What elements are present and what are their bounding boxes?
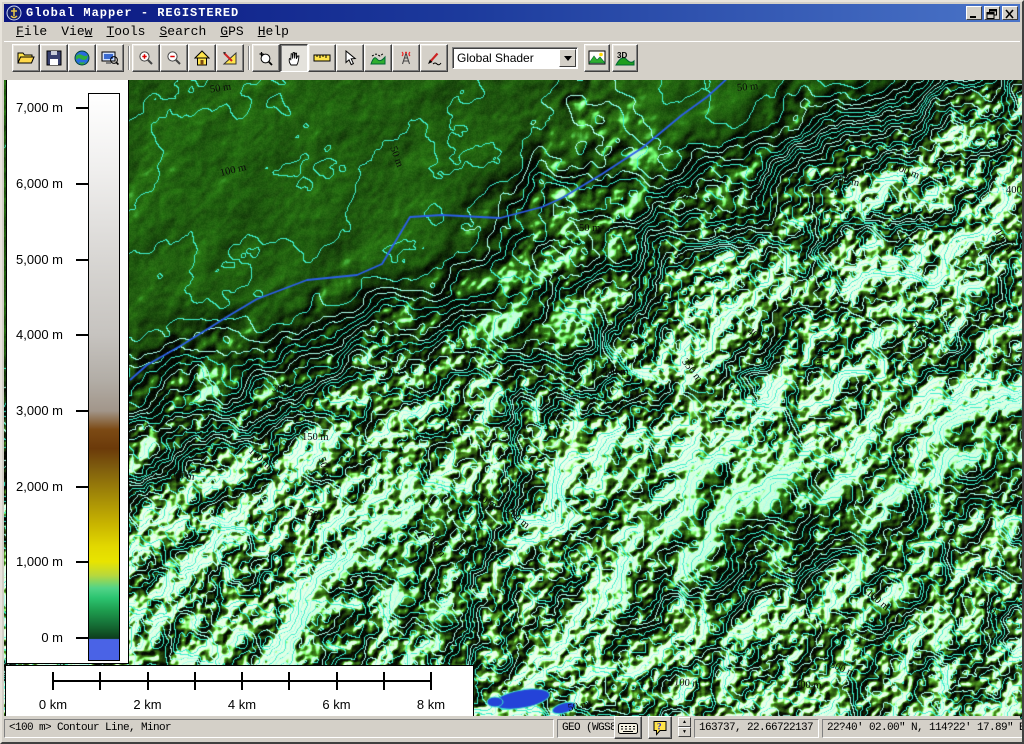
menu-view[interactable]: View [55, 23, 100, 40]
digitizer-tool-button[interactable] [420, 44, 448, 72]
legend-tick-label: 4,000 m [4, 327, 63, 342]
elevation-gradient-bar [88, 93, 120, 661]
legend-tick-label: 1,000 m [4, 554, 63, 569]
menu-gps[interactable]: GPS [214, 23, 251, 40]
legend-tick [76, 107, 89, 109]
contour-elevation-label: 400 m [795, 681, 822, 692]
restore-button[interactable] [984, 6, 1000, 20]
measure-tool-button[interactable] [308, 44, 336, 72]
status-coordinates: 163737, 22.66722137 ) [694, 719, 819, 738]
elevation-legend: 7,000 m 6,000 m 5,000 m 4,000 m 3,000 m 2,000… [6, 80, 129, 664]
scale-bar-line [288, 672, 290, 690]
shader-combo-value: Global Shader [453, 51, 559, 65]
legend-tick-label: 0 m [4, 630, 63, 645]
pan-tool-button[interactable] [280, 44, 308, 72]
shader-combo[interactable]: Global Shader [452, 47, 578, 69]
legend-tick [76, 259, 89, 261]
legend-tick-label: 5,000 m [4, 252, 63, 267]
spinner-up-button[interactable]: ▲ [678, 717, 691, 727]
map-canvas[interactable] [4, 80, 1024, 720]
overlay-control-center-button[interactable] [584, 44, 610, 72]
scale-bar-label: 6 km [322, 697, 350, 712]
toolbar: Global Shader 3D [4, 41, 1020, 78]
contour-elevation-label: 100 m [674, 678, 701, 690]
contour-elevation-label: 50 m [579, 224, 600, 234]
scale-bar-line [336, 672, 338, 690]
scale-bar-label: 0 km [39, 697, 67, 712]
menu-file[interactable]: File [10, 23, 55, 40]
legend-tick-label: 7,000 m [4, 100, 63, 115]
app-window: Global Mapper - REGISTERED File View Too… [0, 0, 1024, 744]
toolbar-separator [248, 46, 250, 70]
legend-tick [76, 637, 89, 639]
scale-bar-line [383, 672, 385, 690]
contour-elevation-label: 30 m [272, 384, 294, 395]
legend-tick-label: 3,000 m [4, 403, 63, 418]
scale-bar-line [99, 672, 101, 690]
pointer-tool-button[interactable] [336, 44, 364, 72]
zoom-in-button[interactable] [132, 44, 160, 72]
scale-bar: 0 km 2 km 4 km 6 km 8 km [5, 665, 474, 718]
view-shed-button[interactable] [392, 44, 420, 72]
chevron-down-icon [564, 56, 572, 61]
save-button[interactable] [40, 44, 68, 72]
globe-button[interactable] [68, 44, 96, 72]
scale-bar-line [147, 672, 149, 690]
contour-elevation-label: 100 m [812, 342, 825, 369]
legend-tick [76, 183, 89, 185]
svg-text:?: ? [657, 721, 662, 731]
path-profile-button[interactable] [364, 44, 392, 72]
menu-help[interactable]: Help [252, 23, 297, 40]
legend-tick [76, 561, 89, 563]
contour-elevation-label: 150 m [302, 433, 329, 443]
scale-bar-line [194, 672, 196, 690]
close-button[interactable] [1002, 6, 1018, 20]
scale-bar-label: 8 km [417, 697, 445, 712]
app-icon [6, 5, 22, 21]
menu-bar: File View Tools Search GPS Help [4, 22, 1020, 41]
contour-elevation-label: 50 m [737, 82, 759, 94]
scale-bar-label: 2 km [133, 697, 161, 712]
legend-tick [76, 410, 89, 412]
status-feature-info: <100 m> Contour Line, Minor [4, 719, 554, 738]
spinner-down-button[interactable]: ▼ [678, 727, 691, 737]
coordinate-spinner: ▲ ▼ [678, 717, 691, 737]
keyboard-button[interactable] [614, 716, 642, 739]
status-latlon: 22?40' 02.00" N, 114?22' 17.89" E [822, 719, 1024, 738]
status-projection: GEO (WGS8 [557, 719, 615, 738]
scale-bar-line [52, 672, 54, 690]
legend-tick [76, 334, 89, 336]
menu-tools[interactable]: Tools [100, 23, 153, 40]
last-view-button[interactable] [216, 44, 244, 72]
legend-tick [76, 486, 89, 488]
legend-tick-label: 2,000 m [4, 479, 63, 494]
contour-elevation-label: 500 m [602, 368, 629, 378]
help-button[interactable]: ? [648, 716, 672, 739]
svg-text:3D: 3D [617, 51, 627, 60]
open-file-button[interactable] [12, 44, 40, 72]
toolbar-separator [128, 46, 130, 70]
zoom-tool-button[interactable] [252, 44, 280, 72]
3d-view-button[interactable]: 3D [612, 44, 638, 72]
status-bar: <100 m> Contour Line, Minor GEO (WGS8 16… [4, 716, 1020, 740]
map-client-area: 7,000 m 6,000 m 5,000 m 4,000 m 3,000 m 2,000… [4, 80, 1024, 720]
scale-bar-label: 4 km [228, 697, 256, 712]
shader-combo-dropdown-button[interactable] [559, 49, 576, 67]
scale-bar-line [241, 672, 243, 690]
scale-bar-line [430, 672, 432, 690]
menu-search[interactable]: Search [153, 23, 214, 40]
window-controls [966, 6, 1018, 20]
minimize-button[interactable] [966, 6, 982, 20]
full-view-home-button[interactable] [188, 44, 216, 72]
window-title: Global Mapper - REGISTERED [26, 6, 239, 20]
zoom-out-button[interactable] [160, 44, 188, 72]
contour-elevation-label: 400 m [1006, 186, 1024, 196]
workspace-button[interactable] [96, 44, 124, 72]
title-bar: Global Mapper - REGISTERED [4, 4, 1020, 22]
legend-tick-label: 6,000 m [4, 176, 63, 191]
